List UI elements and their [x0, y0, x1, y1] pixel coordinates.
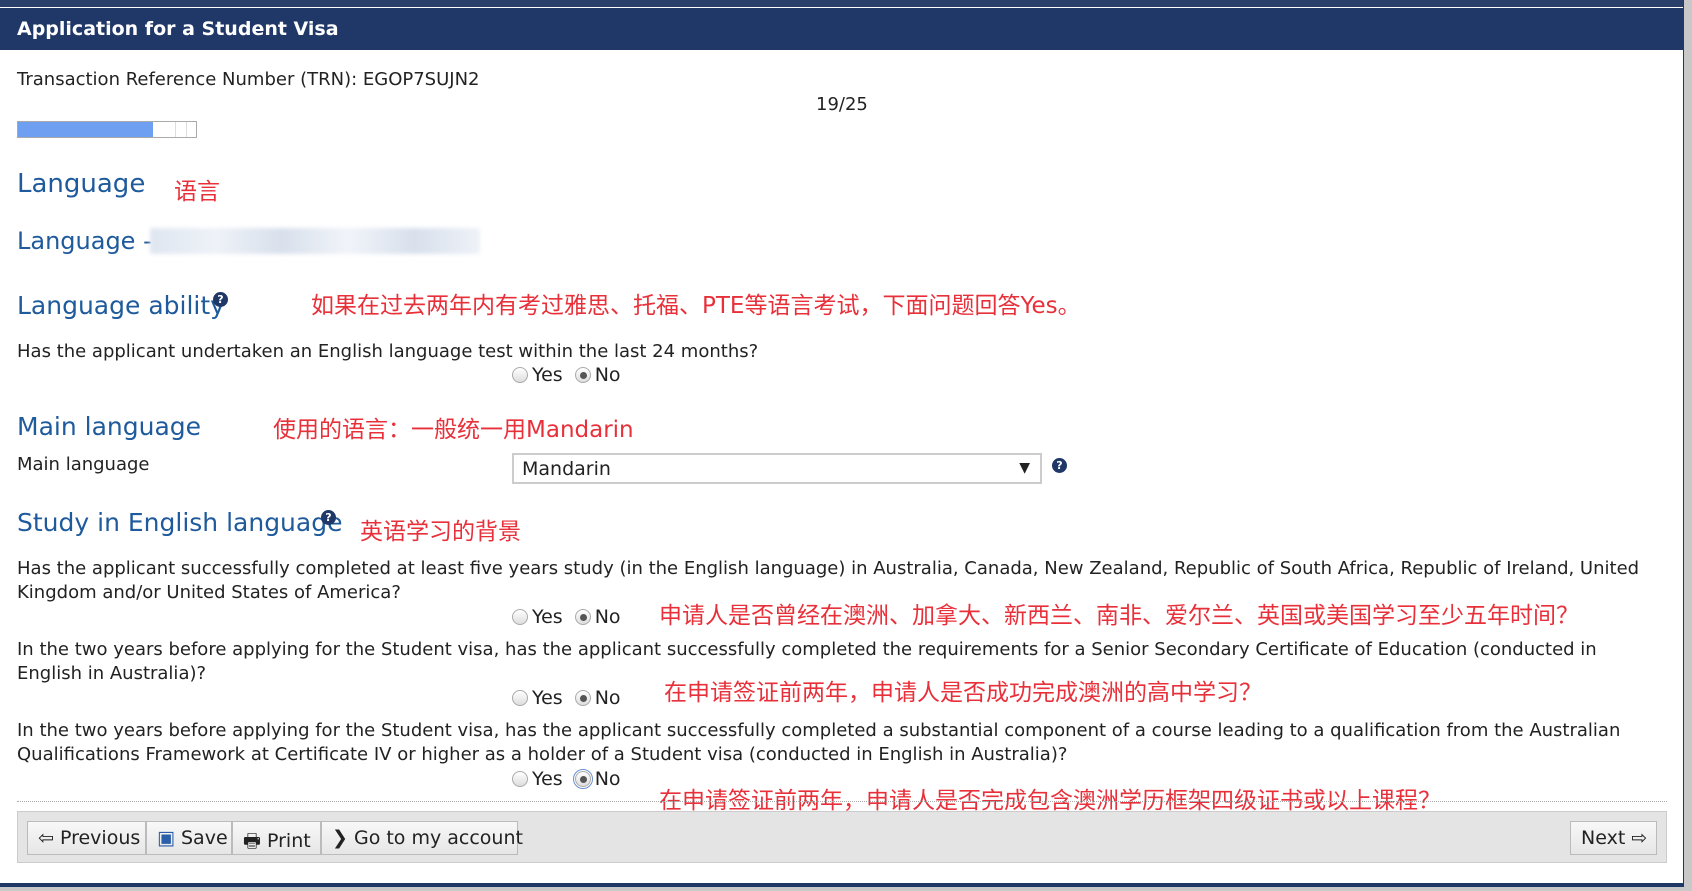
page-header: Application for a Student Visa [0, 8, 1683, 50]
progress-bar [17, 121, 197, 138]
radio-yes[interactable] [512, 367, 528, 383]
radio-yes-label: Yes [532, 687, 563, 709]
section-title-language-ability: Language ability [17, 291, 225, 320]
next-label: Next [1581, 827, 1626, 849]
radio-yes[interactable] [512, 690, 528, 706]
select-value: Mandarin [522, 458, 611, 480]
account-label: Go to my account [353, 827, 523, 849]
save-button[interactable]: ▣ Save [146, 821, 232, 855]
radio-no-label: No [594, 687, 621, 709]
radio-yes-label: Yes [532, 606, 563, 628]
save-label: Save [181, 827, 228, 849]
printer-icon: 🖶 [243, 830, 261, 852]
next-button[interactable]: Next ⇨ [1570, 821, 1657, 855]
progress-fill [18, 122, 154, 137]
window-edge [1683, 0, 1692, 891]
button-bar: ⇦ Previous ▣ Save 🖶 Print ❯ Go to my acc… [17, 811, 1667, 863]
previous-button[interactable]: ⇦ Previous [27, 821, 146, 855]
radio-no[interactable] [572, 769, 593, 789]
radio-no[interactable] [574, 609, 591, 625]
go-to-account-button[interactable]: ❯ Go to my account [321, 821, 523, 855]
arrow-right-icon: ⇨ [1631, 827, 1648, 849]
section-title-language: Language [17, 169, 146, 199]
blurred-name [150, 228, 480, 254]
print-label: Print [266, 830, 311, 852]
annotation: 在申请签证前两年，申请人是否成功完成澳洲的高中学习？ [664, 680, 1262, 706]
question-text: In the two years before applying for the… [17, 720, 1621, 765]
radio-yes-label: Yes [532, 364, 563, 386]
annotation: 英语学习的背景 [360, 519, 521, 545]
main-language-select[interactable]: Mandarin ▼ [512, 453, 1042, 484]
annotation: 在申请签证前两年，申请人是否完成包含澳洲学历框架四级证书或以上课程？ [659, 788, 1441, 814]
radio-group: Yes No [512, 364, 627, 386]
annotation: 使用的语言：一般统一用Mandarin [273, 417, 634, 443]
annotation: 如果在过去两年内有考过雅思、托福、PTE等语言考试，下面问题回答Yes。 [311, 293, 1081, 319]
radio-group: Yes No [512, 606, 627, 628]
radio-no-label: No [594, 364, 621, 386]
arrow-left-icon: ⇦ [38, 827, 54, 849]
radio-yes[interactable] [512, 609, 528, 625]
radio-no[interactable] [574, 690, 591, 706]
dropdown-arrow-icon: ▼ [1019, 460, 1030, 476]
section-title-main-language: Main language [17, 412, 202, 441]
radio-yes-label: Yes [532, 768, 563, 790]
question-text: Has the applicant undertaken an English … [17, 341, 759, 362]
print-button[interactable]: 🖶 Print [232, 821, 321, 855]
previous-label: Previous [59, 827, 141, 849]
annotation: 语言 [174, 179, 220, 205]
chevron-right-icon: ❯ [332, 827, 348, 849]
help-icon[interactable]: ? [213, 292, 228, 307]
radio-yes[interactable] [512, 771, 528, 787]
main-language-label: Main language [17, 454, 150, 475]
radio-group: Yes No [512, 687, 627, 709]
annotation: 申请人是否曾经在澳洲、加拿大、新西兰、南非、爱尔兰、英国或美国学习至少五年时间？ [659, 603, 1579, 629]
divider [17, 801, 1667, 802]
radio-no-label: No [594, 606, 621, 628]
radio-no-label: No [594, 768, 621, 790]
help-icon[interactable]: ? [1052, 458, 1067, 473]
radio-no[interactable] [574, 367, 591, 383]
help-icon[interactable]: ? [321, 510, 336, 525]
window-top-strip [0, 0, 1692, 7]
floppy-disk-icon: ▣ [157, 827, 175, 849]
section-title-study-english: Study in English language [17, 508, 343, 537]
trn-label: Transaction Reference Number (TRN): EGOP… [17, 69, 480, 90]
language-subtitle: Language - [17, 227, 152, 255]
radio-group: Yes No [512, 768, 627, 790]
progress-label: 19/25 [816, 94, 868, 115]
window-bottom [0, 887, 1692, 891]
